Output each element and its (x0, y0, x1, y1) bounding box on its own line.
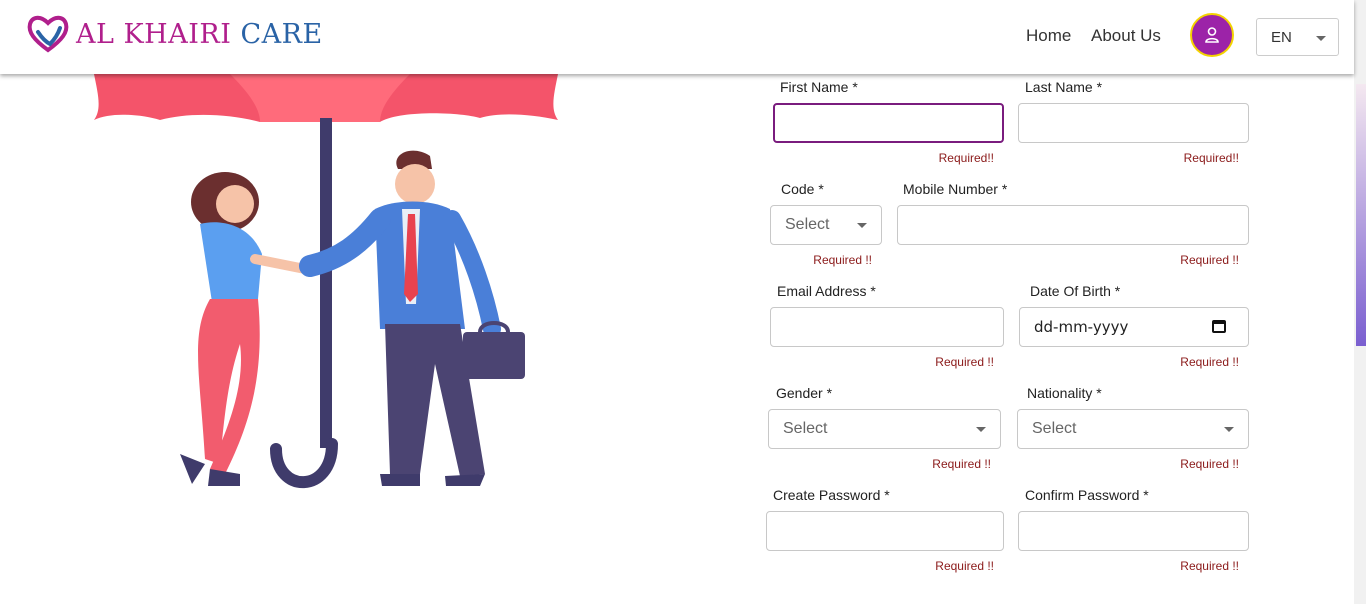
dob-placeholder: dd-mm-yyyy (1034, 318, 1129, 336)
chevron-down-icon (857, 223, 867, 228)
top-header: AL KHAIRI CARE Home About Us EN (0, 0, 1354, 74)
user-account-button[interactable] (1190, 13, 1234, 57)
code-label: Code * (781, 181, 824, 197)
nav-about-link[interactable]: About Us (1091, 26, 1161, 46)
last-name-error: Required!! (1183, 151, 1239, 165)
last-name-label: Last Name * (1025, 79, 1103, 95)
email-label: Email Address * (777, 283, 876, 299)
mobile-label: Mobile Number * (903, 181, 1008, 197)
last-name-input[interactable] (1018, 103, 1249, 143)
calendar-icon[interactable] (1212, 320, 1226, 333)
date-of-birth-input[interactable]: dd-mm-yyyy (1019, 307, 1249, 347)
gender-error: Required !! (932, 457, 991, 471)
first-name-error: Required!! (938, 151, 994, 165)
confirm-password-error: Required !! (1180, 559, 1239, 573)
nationality-label: Nationality * (1027, 385, 1102, 401)
chevron-down-icon (1224, 427, 1234, 432)
dob-label: Date Of Birth * (1030, 283, 1121, 299)
user-icon (1205, 27, 1219, 43)
gender-selected: Select (783, 420, 828, 437)
gender-select[interactable]: Select (768, 409, 1001, 449)
email-input[interactable] (770, 307, 1004, 347)
first-name-input[interactable] (773, 103, 1004, 143)
create-password-label: Create Password * (773, 487, 890, 503)
dob-error: Required !! (1180, 355, 1239, 369)
first-name-label: First Name * (780, 79, 858, 95)
create-password-input[interactable] (766, 511, 1004, 551)
email-error: Required !! (935, 355, 994, 369)
nationality-selected: Select (1032, 420, 1077, 437)
brand-name: AL KHAIRI CARE (76, 19, 323, 50)
confirm-password-label: Confirm Password * (1025, 487, 1149, 503)
country-code-select[interactable]: Select (770, 205, 882, 245)
language-select[interactable]: EN (1256, 18, 1339, 56)
mobile-number-input[interactable] (897, 205, 1249, 245)
brand-logo[interactable]: AL KHAIRI CARE (26, 14, 323, 54)
chevron-down-icon (976, 427, 986, 432)
create-password-error: Required !! (935, 559, 994, 573)
chevron-down-icon (1316, 36, 1326, 41)
country-code-selected: Select (785, 216, 830, 233)
nationality-error: Required !! (1180, 457, 1239, 471)
nationality-select[interactable]: Select (1017, 409, 1249, 449)
page-scrollbar-thumb[interactable] (1356, 84, 1366, 346)
brand-name-part1: AL KHAIRI (76, 18, 232, 50)
umbrella-handshake-illustration (94, 74, 558, 489)
brand-name-part2: CARE (240, 18, 323, 50)
code-error: Required !! (813, 253, 872, 267)
confirm-password-input[interactable] (1018, 511, 1249, 551)
heart-hands-icon (27, 15, 69, 53)
nav-home-link[interactable]: Home (1026, 26, 1071, 46)
language-selected: EN (1271, 29, 1292, 46)
mobile-error: Required !! (1180, 253, 1239, 267)
gender-label: Gender * (776, 385, 833, 401)
